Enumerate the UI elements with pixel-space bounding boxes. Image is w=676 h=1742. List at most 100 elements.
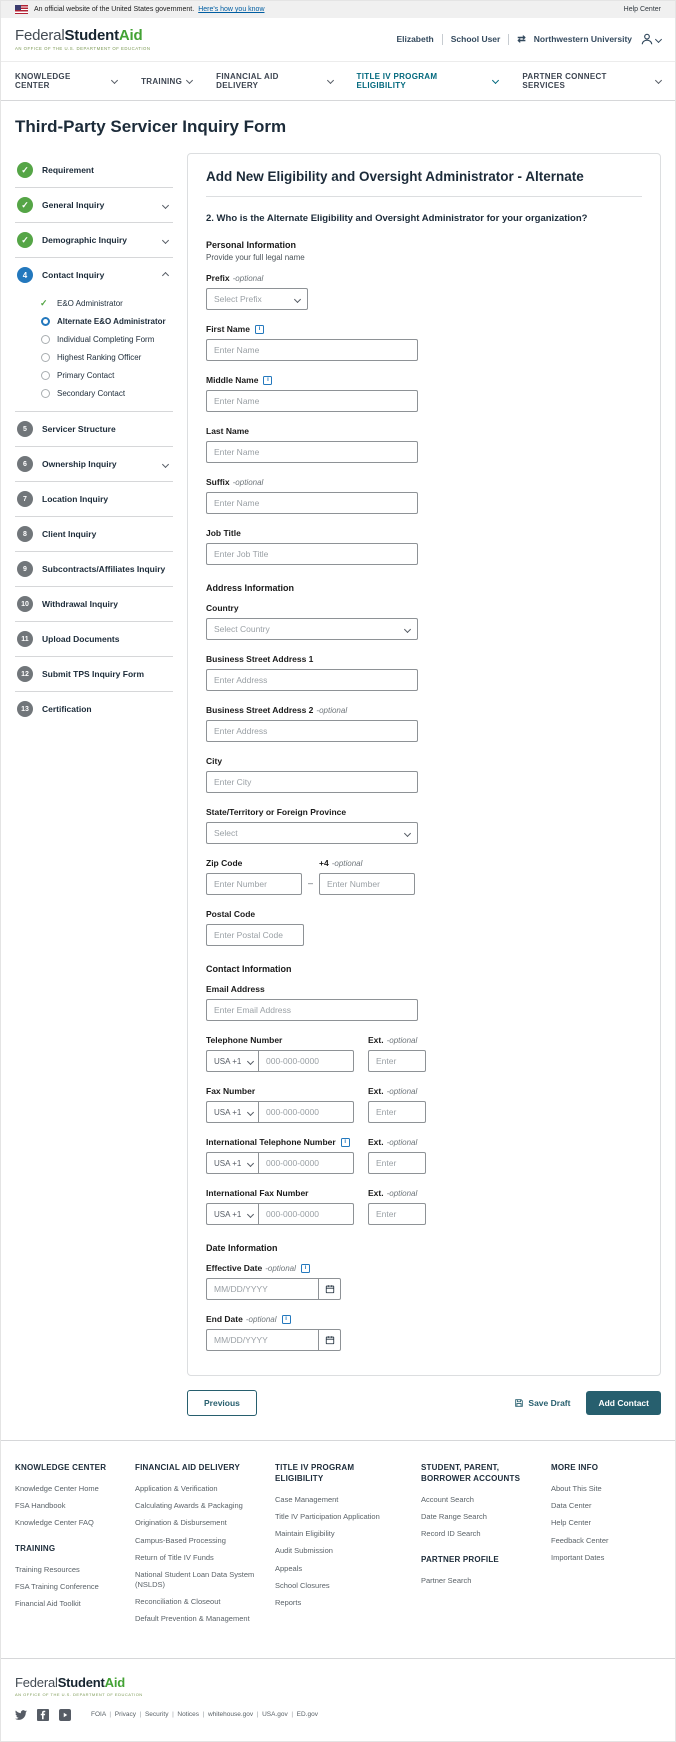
twitter-icon[interactable] [15, 1709, 27, 1721]
intl-telephone-ext-input[interactable] [368, 1152, 426, 1174]
footer-link[interactable]: Reports [275, 1598, 403, 1608]
fsa-logo[interactable]: FederalStudentAid AN OFFICE OF THE U.S. … [15, 27, 151, 51]
footer-link[interactable]: Title IV Participation Application [275, 1512, 403, 1522]
step-client-inquiry[interactable]: 8Client Inquiry [15, 517, 173, 552]
user-role[interactable]: School User [451, 34, 501, 44]
user-name[interactable]: Elizabeth [396, 34, 433, 44]
email-input[interactable] [206, 999, 418, 1021]
footer-link[interactable]: Data Center [551, 1501, 651, 1511]
intl-fax-ext-input[interactable] [368, 1203, 426, 1225]
footer-link[interactable]: Application & Verification [135, 1484, 257, 1494]
legal-link[interactable]: ED.gov [288, 1711, 318, 1718]
info-icon[interactable] [341, 1138, 350, 1147]
step-subcontracts-affiliates-inquiry[interactable]: 9Subcontracts/Affiliates Inquiry [15, 552, 173, 587]
step-location-inquiry[interactable]: 7Location Inquiry [15, 482, 173, 517]
footer-link[interactable]: Date Range Search [421, 1512, 533, 1522]
footer-link[interactable]: FSA Training Conference [15, 1582, 117, 1592]
footer-link[interactable]: Origination & Disbursement [135, 1518, 257, 1528]
info-icon[interactable] [263, 376, 272, 385]
footer-link[interactable]: National Student Loan Data System (NSLDS… [135, 1570, 257, 1590]
step-submit-tps-inquiry-form[interactable]: 12Submit TPS Inquiry Form [15, 657, 173, 692]
help-center-link[interactable]: Help Center [624, 6, 661, 13]
legal-link[interactable]: Privacy [106, 1711, 136, 1718]
last-name-input[interactable] [206, 441, 418, 463]
account-menu[interactable] [640, 32, 661, 46]
address2-input[interactable] [206, 720, 418, 742]
nav-training[interactable]: TRAINING [141, 72, 192, 90]
suffix-input[interactable] [206, 492, 418, 514]
legal-link[interactable]: USA.gov [253, 1711, 288, 1718]
substep-primary-contact[interactable]: Primary Contact [40, 366, 173, 384]
middle-name-input[interactable] [206, 390, 418, 412]
step-certification[interactable]: 13Certification [15, 692, 173, 726]
step-requirement[interactable]: Requirement [15, 153, 173, 188]
substep-eo-administrator[interactable]: ✓E&O Administrator [40, 294, 173, 312]
legal-link[interactable]: Notices [168, 1711, 199, 1718]
step-withdrawal-inquiry[interactable]: 10Withdrawal Inquiry [15, 587, 173, 622]
nav-financial-aid-delivery[interactable]: FINANCIAL AID DELIVERY [216, 72, 332, 90]
intl-telephone-input[interactable] [258, 1152, 354, 1174]
fax-country-code-select[interactable]: USA +1 [206, 1101, 258, 1123]
footer-link[interactable]: Audit Submission [275, 1546, 403, 1556]
previous-button[interactable]: Previous [187, 1390, 257, 1416]
nav-knowledge-center[interactable]: KNOWLEDGE CENTER [15, 72, 117, 90]
job-title-input[interactable] [206, 543, 418, 565]
footer-link[interactable]: Calculating Awards & Packaging [135, 1501, 257, 1511]
info-icon[interactable] [301, 1264, 310, 1273]
footer-link[interactable]: Reconciliation & Closeout [135, 1597, 257, 1607]
footer-link[interactable]: Return of Title IV Funds [135, 1553, 257, 1563]
save-draft-button[interactable]: Save Draft [514, 1398, 570, 1408]
effective-date-input[interactable] [206, 1278, 319, 1300]
zip-input[interactable] [206, 873, 302, 895]
telephone-input[interactable] [258, 1050, 354, 1072]
substep-alternate-eo-administrator[interactable]: Alternate E&O Administrator [40, 312, 173, 330]
footer-link[interactable]: Maintain Eligibility [275, 1529, 403, 1539]
footer-link[interactable]: Partner Search [421, 1576, 533, 1586]
info-icon[interactable] [282, 1315, 291, 1324]
footer-link[interactable]: Knowledge Center FAQ [15, 1518, 117, 1528]
fax-input[interactable] [258, 1101, 354, 1123]
footer-link[interactable]: Knowledge Center Home [15, 1484, 117, 1494]
add-contact-button[interactable]: Add Contact [586, 1391, 661, 1415]
heres-how-link[interactable]: Here's how you know [198, 6, 264, 13]
step-contact-inquiry[interactable]: 4Contact Inquiry [15, 258, 173, 292]
postal-code-input[interactable] [206, 924, 304, 946]
footer-link[interactable]: Record ID Search [421, 1529, 533, 1539]
info-icon[interactable] [255, 325, 264, 334]
intl-fax-input[interactable] [258, 1203, 354, 1225]
prefix-select[interactable]: Select Prefix [206, 288, 308, 310]
footer-link[interactable]: About This Site [551, 1484, 651, 1494]
footer-link[interactable]: Important Dates [551, 1553, 651, 1563]
footer-link[interactable]: Default Prevention & Management [135, 1614, 257, 1624]
footer-link[interactable]: School Closures [275, 1581, 403, 1591]
footer-link[interactable]: FSA Handbook [15, 1501, 117, 1511]
step-ownership-inquiry[interactable]: 6Ownership Inquiry [15, 447, 173, 482]
city-input[interactable] [206, 771, 418, 793]
legal-link[interactable]: whitehouse.gov [199, 1711, 253, 1718]
address1-input[interactable] [206, 669, 418, 691]
footer-link[interactable]: Campus-Based Processing [135, 1536, 257, 1546]
nav-title-iv-program-eligibility[interactable]: TITLE IV PROGRAM ELIGIBILITY [357, 72, 499, 90]
nav-partner-connect-services[interactable]: PARTNER CONNECT SERVICES [522, 72, 661, 90]
intl-telephone-country-code-select[interactable]: USA +1 [206, 1152, 258, 1174]
substep-highest-ranking-officer[interactable]: Highest Ranking Officer [40, 348, 173, 366]
footer-link[interactable]: Financial Aid Toolkit [15, 1599, 117, 1609]
end-date-calendar-button[interactable] [319, 1329, 341, 1351]
step-general-inquiry[interactable]: General Inquiry [15, 188, 173, 223]
step-upload-documents[interactable]: 11Upload Documents [15, 622, 173, 657]
legal-link[interactable]: Security [136, 1711, 168, 1718]
fsa-logo-footer[interactable]: FederalStudentAid AN OFFICE OF THE U.S. … [15, 1675, 661, 1697]
state-select[interactable]: Select [206, 822, 418, 844]
step-servicer-structure[interactable]: 5Servicer Structure [15, 412, 173, 447]
swap-org-icon[interactable]: ⇄ [517, 34, 525, 45]
telephone-country-code-select[interactable]: USA +1 [206, 1050, 258, 1072]
substep-individual-completing-form[interactable]: Individual Completing Form [40, 330, 173, 348]
substep-secondary-contact[interactable]: Secondary Contact [40, 384, 173, 402]
footer-link[interactable]: Case Management [275, 1495, 403, 1505]
footer-link[interactable]: Training Resources [15, 1565, 117, 1575]
youtube-icon[interactable] [59, 1709, 71, 1721]
first-name-input[interactable] [206, 339, 418, 361]
organization-name[interactable]: Northwestern University [534, 34, 632, 44]
fax-ext-input[interactable] [368, 1101, 426, 1123]
telephone-ext-input[interactable] [368, 1050, 426, 1072]
